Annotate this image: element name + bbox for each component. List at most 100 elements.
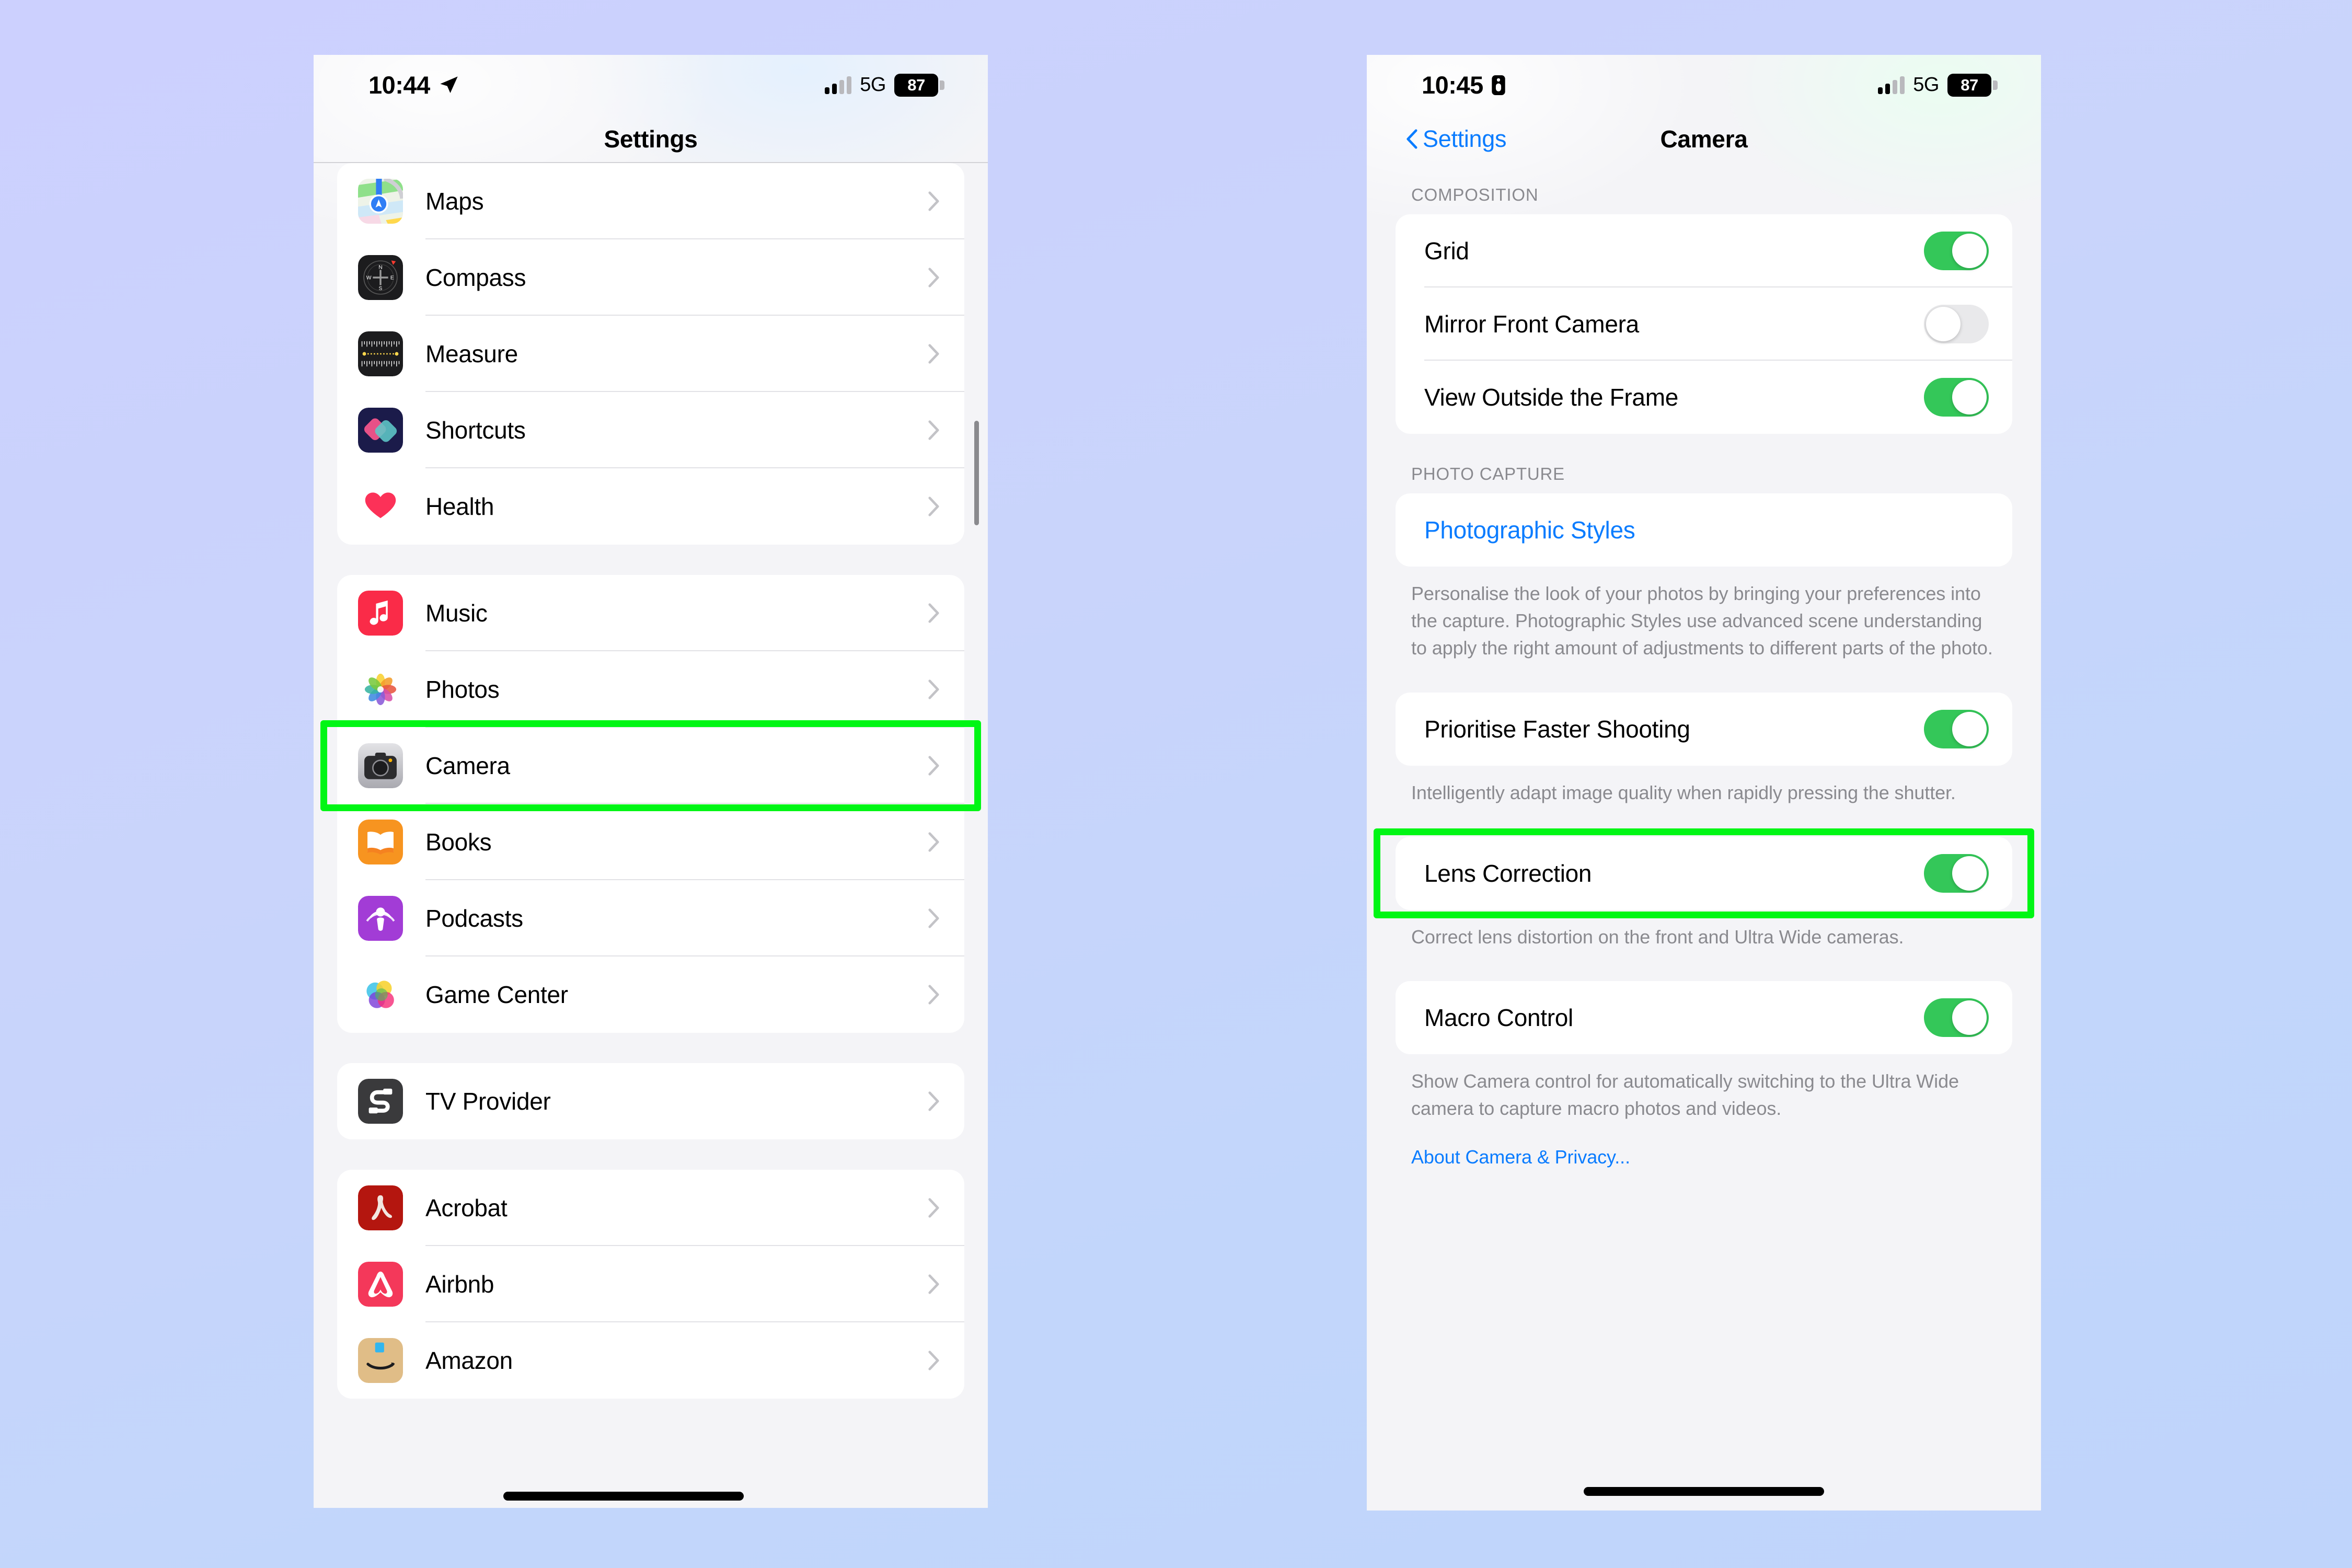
setting-row-label: Grid bbox=[1424, 237, 1469, 264]
left-phone-screenshot: 10:44 5G 87 Settings Maps N S W E Compas… bbox=[314, 55, 988, 1508]
svg-text:N: N bbox=[378, 265, 382, 271]
setting-row-label: View Outside the Frame bbox=[1424, 384, 1678, 411]
compass-app-icon: N S W E bbox=[358, 255, 403, 300]
maps-app-icon bbox=[358, 179, 403, 224]
settings-row-acrobat[interactable]: Acrobat bbox=[337, 1170, 964, 1246]
music-app-icon bbox=[358, 591, 403, 636]
settings-group: Music Photos Camera Books Podcasts Game … bbox=[337, 575, 964, 1033]
settings-row-label: Acrobat bbox=[425, 1194, 508, 1221]
settings-row-books[interactable]: Books bbox=[337, 804, 964, 880]
setting-row-mirror-front-camera[interactable]: Mirror Front Camera bbox=[1396, 287, 2012, 361]
toggle-grid[interactable] bbox=[1924, 232, 1989, 270]
settings-row-label: Camera bbox=[425, 752, 510, 779]
airbnb-app-icon bbox=[358, 1262, 403, 1307]
chevron-right-icon bbox=[928, 1274, 939, 1294]
status-bar-left-cluster: 10:45 bbox=[1422, 71, 1505, 99]
settings-group: Acrobat Airbnb Amazon bbox=[337, 1170, 964, 1399]
podcasts-app-icon bbox=[358, 896, 403, 941]
right-phone-screenshot: 10:45 5G 87 Settings Camera COMPOSITION … bbox=[1367, 55, 2041, 1511]
battery-indicator: 87 bbox=[1947, 73, 1998, 97]
settings-row-label: Maps bbox=[425, 188, 484, 215]
chevron-right-icon bbox=[928, 344, 939, 364]
toggle-lens-correction[interactable] bbox=[1924, 854, 1989, 893]
setting-row-view-outside-the-frame[interactable]: View Outside the Frame bbox=[1396, 361, 2012, 434]
nav-bar-right: Settings Camera bbox=[1367, 115, 2041, 163]
cellular-signal-icon bbox=[1878, 76, 1905, 94]
settings-row-label: Books bbox=[425, 828, 492, 856]
toggle-prioritise-faster-shooting[interactable] bbox=[1924, 709, 1989, 748]
chevron-right-icon bbox=[928, 191, 939, 211]
chevron-right-icon bbox=[928, 497, 939, 516]
settings-row-measure[interactable]: Measure bbox=[337, 316, 964, 392]
clock: 10:45 bbox=[1422, 71, 1483, 99]
section-footer-text: Personalise the look of your photos by b… bbox=[1411, 583, 1993, 659]
svg-text:E: E bbox=[390, 275, 394, 281]
settings-row-podcasts[interactable]: Podcasts bbox=[337, 880, 964, 956]
setting-row-photographic-styles[interactable]: Photographic Styles bbox=[1396, 493, 2012, 567]
settings-row-compass[interactable]: N S W E Compass bbox=[337, 239, 964, 316]
settings-row-shortcuts[interactable]: Shortcuts bbox=[337, 392, 964, 468]
status-bar-left-cluster: 10:44 bbox=[368, 71, 459, 99]
settings-row-tv-provider[interactable]: TV Provider bbox=[337, 1063, 964, 1139]
page-title: Camera bbox=[1660, 125, 1748, 153]
settings-row-airbnb[interactable]: Airbnb bbox=[337, 1246, 964, 1322]
settings-row-label: Photos bbox=[425, 676, 500, 703]
settings-row-music[interactable]: Music bbox=[337, 575, 964, 651]
chevron-right-icon bbox=[928, 603, 939, 623]
setting-row-label: Prioritise Faster Shooting bbox=[1424, 715, 1690, 743]
clock: 10:44 bbox=[368, 71, 430, 99]
toggle-macro-control[interactable] bbox=[1924, 998, 1989, 1037]
nav-separator bbox=[314, 162, 988, 163]
settings-card: Photographic Styles bbox=[1396, 493, 2012, 567]
back-button-label: Settings bbox=[1423, 125, 1507, 152]
status-bar-right-cluster: 5G 87 bbox=[825, 73, 944, 97]
settings-row-label: Compass bbox=[425, 264, 526, 291]
settings-row-health[interactable]: Health bbox=[337, 468, 964, 545]
settings-row-camera[interactable]: Camera bbox=[337, 728, 964, 804]
toggle-knob bbox=[1952, 856, 1987, 891]
page-title: Settings bbox=[604, 125, 698, 153]
setting-row-lens-correction[interactable]: Lens Correction bbox=[1396, 837, 2012, 910]
toggle-knob bbox=[1952, 234, 1987, 268]
settings-row-photos[interactable]: Photos bbox=[337, 651, 964, 728]
settings-row-game-center[interactable]: Game Center bbox=[337, 956, 964, 1033]
chevron-right-icon bbox=[928, 832, 939, 852]
about-camera-privacy-link[interactable]: About Camera & Privacy... bbox=[1411, 1146, 2041, 1168]
game-center-app-icon bbox=[358, 972, 403, 1017]
settings-row-amazon[interactable]: Amazon bbox=[337, 1322, 964, 1399]
scrollbar-thumb[interactable] bbox=[974, 421, 979, 525]
section-header: COMPOSITION bbox=[1411, 185, 1539, 204]
chevron-right-icon bbox=[928, 985, 939, 1005]
setting-row-macro-control[interactable]: Macro Control bbox=[1396, 981, 2012, 1054]
chevron-right-icon bbox=[928, 679, 939, 699]
settings-row-label: Shortcuts bbox=[425, 417, 526, 444]
back-button[interactable]: Settings bbox=[1406, 125, 1507, 153]
setting-row-label: Macro Control bbox=[1424, 1004, 1573, 1031]
settings-row-label: TV Provider bbox=[425, 1088, 551, 1115]
amazon-app-icon bbox=[358, 1338, 403, 1383]
setting-row-prioritise-faster-shooting[interactable]: Prioritise Faster Shooting bbox=[1396, 693, 2012, 766]
toggle-view-outside-the-frame[interactable] bbox=[1924, 378, 1989, 417]
settings-row-maps[interactable]: Maps bbox=[337, 163, 964, 239]
status-bar-left: 10:44 5G 87 bbox=[314, 55, 988, 115]
settings-row-label: Measure bbox=[425, 340, 518, 367]
settings-row-label: Airbnb bbox=[425, 1271, 494, 1298]
settings-list[interactable]: Maps N S W E Compass Measure Shortcuts H… bbox=[314, 163, 988, 1399]
toggle-mirror-front-camera[interactable] bbox=[1924, 305, 1989, 343]
settings-card: Macro Control bbox=[1396, 981, 2012, 1054]
setting-row-label: Mirror Front Camera bbox=[1424, 310, 1639, 338]
toggle-knob bbox=[1926, 307, 1961, 341]
section-footer-text: Intelligently adapt image quality when r… bbox=[1411, 781, 1956, 803]
settings-row-label: Podcasts bbox=[425, 905, 523, 932]
measure-app-icon bbox=[358, 331, 403, 376]
chevron-left-icon bbox=[1406, 129, 1417, 149]
section-header: PHOTO CAPTURE bbox=[1411, 464, 1565, 483]
setting-row-label: Lens Correction bbox=[1424, 859, 1592, 887]
tv-provider-app-icon bbox=[358, 1079, 403, 1124]
setting-row-grid[interactable]: Grid bbox=[1396, 214, 2012, 287]
camera-settings-list[interactable]: COMPOSITION Grid Mirror Front Camera Vie… bbox=[1367, 163, 2041, 1168]
